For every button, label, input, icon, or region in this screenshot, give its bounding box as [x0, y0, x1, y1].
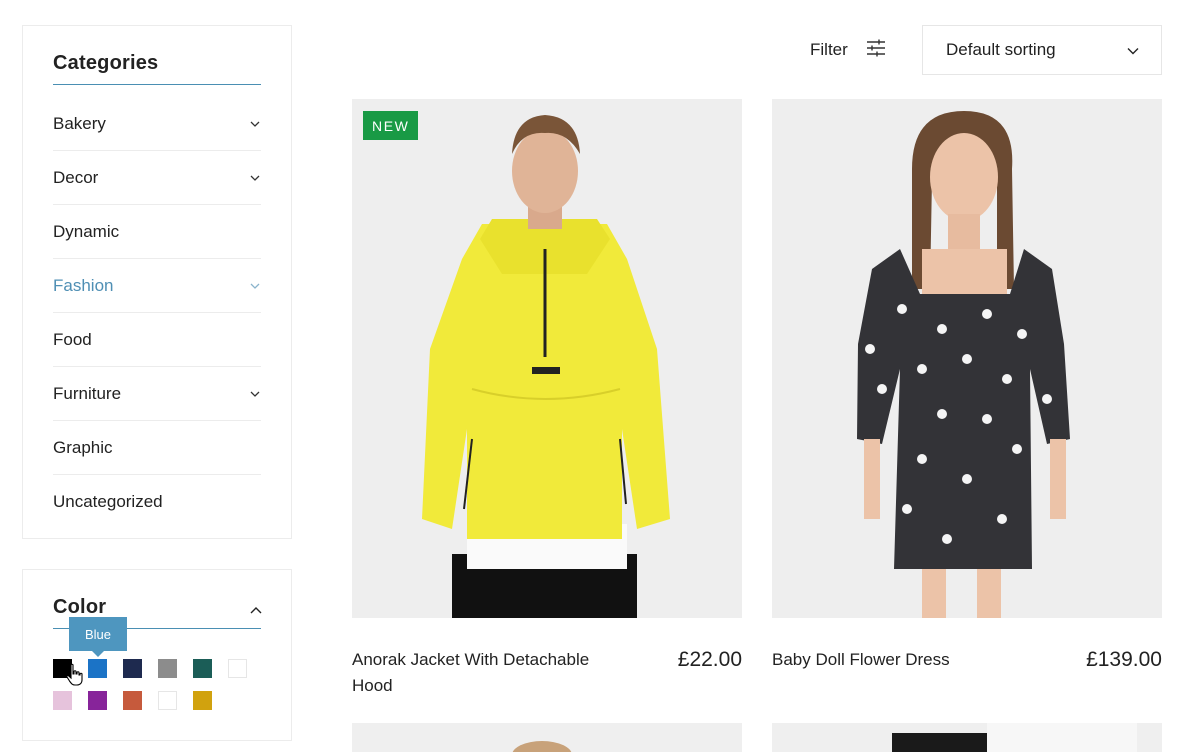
category-label: Fashion [53, 275, 114, 295]
swatch-cream[interactable] [158, 691, 177, 710]
new-badge: NEW [363, 111, 419, 140]
product-image-partial[interactable] [772, 723, 1162, 752]
jacket-model-illustration [352, 99, 742, 618]
sort-label: Default sorting [946, 40, 1056, 59]
product-title[interactable]: Baby Doll Flower Dress [772, 647, 1042, 673]
category-label: Bakery [53, 113, 106, 133]
category-item-fashion[interactable]: Fashion [53, 259, 261, 313]
dress-model-illustration [772, 99, 1162, 618]
category-label: Furniture [53, 383, 122, 403]
category-item-decor[interactable]: Decor [53, 151, 261, 205]
category-item-food[interactable]: Food [53, 313, 261, 367]
category-item-furniture[interactable]: Furniture [53, 367, 261, 421]
category-label: Food [53, 329, 92, 349]
product-price: £139.00 [1086, 648, 1162, 671]
color-widget: Color Blue [22, 569, 292, 741]
chevron-up-icon[interactable] [249, 602, 263, 614]
category-label: Decor [53, 167, 99, 187]
product-meta: Anorak Jacket With Detachable Hood £22.0… [352, 647, 742, 699]
swatch-blue[interactable] [88, 659, 107, 678]
swatch-teal[interactable] [193, 659, 212, 678]
category-label: Uncategorized [53, 492, 163, 511]
partial-image-illustration [772, 723, 1162, 752]
filter-button[interactable]: Filter [810, 36, 886, 64]
product-image[interactable]: NEW [352, 99, 742, 618]
filter-label: Filter [810, 40, 848, 59]
category-item-graphic[interactable]: Graphic [53, 421, 261, 475]
title-divider [53, 84, 261, 85]
category-item-uncategorized[interactable]: Uncategorized [53, 475, 261, 529]
product-meta: Baby Doll Flower Dress £139.00 [772, 647, 1162, 673]
swatch-navy[interactable] [123, 659, 142, 678]
color-title: Color [53, 596, 107, 618]
category-label: Graphic [53, 437, 113, 457]
sliders-icon [866, 39, 886, 62]
category-label: Dynamic [53, 221, 120, 241]
product-title[interactable]: Anorak Jacket With Detachable Hood [352, 647, 622, 699]
product-card[interactable]: Baby Doll Flower Dress £139.00 [772, 99, 1162, 673]
categories-widget: Categories Bakery Decor Dynamic Fashion … [22, 25, 292, 539]
chevron-down-icon[interactable] [249, 172, 261, 184]
category-list: Bakery Decor Dynamic Fashion Food Furnit… [53, 97, 261, 529]
chevron-down-icon[interactable] [249, 280, 261, 292]
categories-title: Categories [53, 52, 159, 74]
product-price: £22.00 [677, 648, 742, 671]
partial-image-illustration [352, 723, 742, 752]
category-item-dynamic[interactable]: Dynamic [53, 205, 261, 259]
chevron-down-icon[interactable] [249, 118, 261, 130]
swatch-white[interactable] [228, 659, 247, 678]
chevron-down-icon[interactable] [249, 388, 261, 400]
chevron-down-icon [1127, 40, 1139, 60]
swatch-orange[interactable] [123, 691, 142, 710]
product-card[interactable]: NEW Anorak Jacket With Detachable Hood £… [352, 99, 742, 699]
swatch-gray[interactable] [158, 659, 177, 678]
category-item-bakery[interactable]: Bakery [53, 97, 261, 151]
swatch-black[interactable] [53, 659, 72, 678]
swatch-tooltip: Blue [69, 617, 127, 657]
product-image[interactable] [772, 99, 1162, 618]
product-image-partial[interactable] [352, 723, 742, 752]
swatch-purple[interactable] [88, 691, 107, 710]
swatch-pink[interactable] [53, 691, 72, 710]
swatch-gold[interactable] [193, 691, 212, 710]
sort-select[interactable]: Default sorting [922, 25, 1162, 75]
